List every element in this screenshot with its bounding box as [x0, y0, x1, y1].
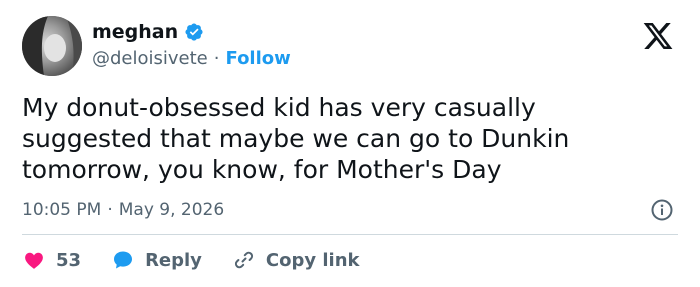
tweet-time: 10:05 PM	[22, 200, 102, 220]
copy-link-button[interactable]: Copy link	[232, 248, 360, 272]
author-handle[interactable]: @deloisivete	[92, 47, 208, 71]
heart-icon	[25, 252, 43, 269]
timestamp-separator: ·	[107, 200, 113, 220]
like-button[interactable]: 53	[22, 248, 81, 272]
speech-bubble-icon	[114, 251, 133, 269]
tweet-date: May 9, 2026	[118, 200, 225, 220]
author-handle-row: @deloisivete · Follow	[92, 47, 291, 71]
avatar-photo	[22, 16, 82, 76]
action-bar: 53 Reply Copy link	[22, 247, 360, 273]
tweet-text: My donut-obsessed kid has very casually …	[22, 93, 570, 184]
copy-link-label: Copy link	[265, 249, 360, 271]
avatar[interactable]	[22, 16, 82, 76]
x-logo-icon[interactable]	[642, 20, 674, 52]
info-icon[interactable]	[650, 198, 674, 222]
divider	[22, 234, 678, 235]
verified-badge-icon	[185, 23, 203, 41]
tweet-timestamp[interactable]: 10:05 PM · May 9, 2026	[22, 198, 224, 222]
reply-label: Reply	[145, 249, 202, 271]
follow-button[interactable]: Follow	[226, 47, 291, 71]
reply-button[interactable]: Reply	[111, 248, 202, 272]
link-icon	[234, 251, 253, 269]
author-name[interactable]: meghan	[92, 20, 178, 44]
separator-dot: ·	[213, 48, 220, 69]
author-name-row: meghan	[92, 20, 204, 44]
like-count: 53	[56, 249, 82, 271]
